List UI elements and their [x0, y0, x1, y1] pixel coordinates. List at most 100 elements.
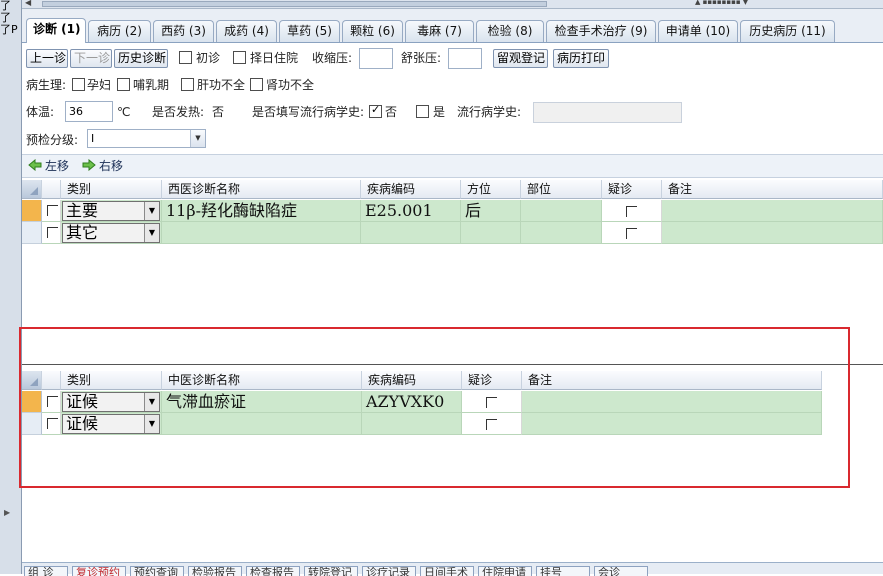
triage-select[interactable]: I ▼	[87, 129, 206, 148]
bottom-button[interactable]: 检验报告	[188, 566, 242, 576]
chevron-down-icon[interactable]: ▼	[144, 393, 159, 411]
epidemiology-no-checkbox[interactable]	[369, 103, 382, 118]
next-visit-button[interactable]: 下一诊	[70, 49, 112, 68]
bottom-button[interactable]: 转院登记	[304, 566, 358, 576]
pregnant-checkbox[interactable]	[72, 78, 85, 91]
table-row[interactable]	[42, 391, 61, 413]
part-cell[interactable]	[521, 200, 602, 222]
category-cell[interactable]: 主要 ▼	[61, 200, 162, 222]
row-checkbox[interactable]	[47, 227, 58, 238]
tab-lab-tests[interactable]: 检验 (8)	[476, 20, 544, 42]
bottom-button[interactable]: 会诊	[594, 566, 648, 576]
disease-code-cell[interactable]: E25.001	[361, 200, 461, 222]
row-selector[interactable]	[22, 413, 42, 435]
table-row[interactable]	[42, 413, 61, 435]
suspected-checkbox[interactable]	[626, 228, 637, 239]
scroll-left-icon[interactable]: ◀	[25, 0, 31, 7]
suspected-cell[interactable]	[602, 200, 662, 222]
disease-code-cell[interactable]: AZYVXK0	[362, 391, 462, 413]
table-row[interactable]	[42, 200, 61, 222]
category-cell[interactable]: 证候 ▼	[61, 413, 162, 435]
suspected-cell[interactable]	[462, 413, 522, 435]
tab-patent-medicine[interactable]: 成药 (4)	[216, 20, 277, 42]
suspected-checkbox[interactable]	[486, 397, 497, 408]
tab-history-records[interactable]: 历史病历 (11)	[740, 20, 835, 42]
splitter-grip-icon[interactable]: ▲ ▪▪▪▪▪▪▪▪ ▼	[695, 0, 748, 6]
tab-diagnosis[interactable]: 诊断 (1)	[26, 18, 86, 43]
select-all-corner[interactable]	[22, 371, 42, 390]
select-day-checkbox[interactable]	[233, 51, 246, 64]
bottom-button[interactable]: 预约查询	[130, 566, 184, 576]
bottom-button[interactable]: 组 诊	[24, 566, 68, 576]
tab-herbal-medicine[interactable]: 草药 (5)	[279, 20, 340, 42]
liver-insufficiency-checkbox[interactable]	[181, 78, 194, 91]
row-selector[interactable]	[22, 200, 42, 222]
bottom-button[interactable]: 挂号	[536, 566, 590, 576]
kidney-insufficiency-checkbox[interactable]	[250, 78, 263, 91]
history-diagnosis-button[interactable]: 历史诊断	[114, 49, 168, 68]
scroll-right-icon[interactable]: ▶	[4, 508, 10, 517]
category-select[interactable]: 证候 ▼	[62, 414, 160, 434]
epidemiology-yes-checkbox[interactable]	[416, 105, 429, 118]
tcm-name-cell[interactable]: 气滞血瘀证	[162, 391, 362, 413]
row-selector[interactable]	[22, 391, 42, 413]
row-checkbox[interactable]	[47, 396, 58, 407]
disease-code-cell[interactable]	[362, 413, 462, 435]
print-record-button[interactable]: 病历打印	[553, 49, 609, 68]
bottom-button[interactable]: 日间手术	[420, 566, 474, 576]
move-right-button[interactable]: 右移	[82, 158, 123, 176]
first-visit-checkbox[interactable]	[179, 51, 192, 64]
row-selector[interactable]	[22, 222, 42, 244]
side-cell[interactable]	[461, 222, 521, 244]
move-right-label: 右移	[99, 159, 124, 173]
category-select[interactable]: 证候 ▼	[62, 392, 160, 412]
chevron-down-icon[interactable]: ▼	[190, 130, 205, 147]
tab-exam-surgery[interactable]: 检查手术治疗 (9)	[546, 20, 656, 42]
row-checkbox[interactable]	[47, 418, 58, 429]
suspected-checkbox[interactable]	[486, 419, 497, 430]
table-row[interactable]	[42, 222, 61, 244]
temperature-input[interactable]: 36	[65, 101, 113, 122]
bottom-button[interactable]: 住院申请	[478, 566, 532, 576]
tab-narcotics[interactable]: 毒麻 (7)	[405, 20, 474, 42]
part-cell[interactable]	[521, 222, 602, 244]
observation-register-button[interactable]: 留观登记	[493, 49, 548, 68]
chevron-down-icon[interactable]: ▼	[144, 224, 159, 242]
category-cell[interactable]: 证候 ▼	[61, 391, 162, 413]
suspected-cell[interactable]	[602, 222, 662, 244]
systolic-input[interactable]	[359, 48, 393, 69]
western-name-cell[interactable]	[162, 222, 361, 244]
lactation-checkbox[interactable]	[117, 78, 130, 91]
epidemiology-history-input[interactable]	[533, 102, 682, 123]
row-checkbox[interactable]	[47, 205, 58, 216]
category-select[interactable]: 主要 ▼	[62, 201, 160, 221]
tab-granules[interactable]: 颗粒 (6)	[342, 20, 403, 42]
move-left-button[interactable]: 左移	[28, 158, 69, 176]
prev-visit-button[interactable]: 上一诊	[26, 49, 68, 68]
diastolic-input[interactable]	[448, 48, 482, 69]
western-name-cell[interactable]: 11β-羟化酶缺陷症	[162, 200, 361, 222]
tab-western-medicine[interactable]: 西药 (3)	[153, 20, 214, 42]
remark-cell[interactable]	[662, 200, 883, 222]
remark-cell[interactable]	[522, 391, 822, 413]
remark-cell[interactable]	[522, 413, 822, 435]
bottom-button[interactable]: 诊疗记录	[362, 566, 416, 576]
remark-cell[interactable]	[662, 222, 883, 244]
side-cell[interactable]: 后	[461, 200, 521, 222]
chevron-down-icon[interactable]: ▼	[144, 202, 159, 220]
tab-medical-record[interactable]: 病历 (2)	[88, 20, 151, 42]
category-select[interactable]: 其它 ▼	[62, 223, 160, 243]
chevron-down-icon[interactable]: ▼	[144, 415, 159, 433]
splitter-line	[22, 364, 883, 365]
tcm-name-cell[interactable]	[162, 413, 362, 435]
disease-code-cell[interactable]	[361, 222, 461, 244]
scroll-thumb[interactable]	[42, 1, 547, 7]
category-cell[interactable]: 其它 ▼	[61, 222, 162, 244]
tab-request-form[interactable]: 申请单 (10)	[658, 20, 738, 42]
bottom-button[interactable]: 检查报告	[246, 566, 300, 576]
suspected-cell[interactable]	[462, 391, 522, 413]
bottom-button[interactable]: 复诊预约	[72, 566, 126, 576]
top-scrollbar[interactable]: ◀ ▲ ▪▪▪▪▪▪▪▪ ▼	[22, 0, 883, 9]
select-all-corner[interactable]	[22, 180, 42, 199]
suspected-checkbox[interactable]	[626, 206, 637, 217]
